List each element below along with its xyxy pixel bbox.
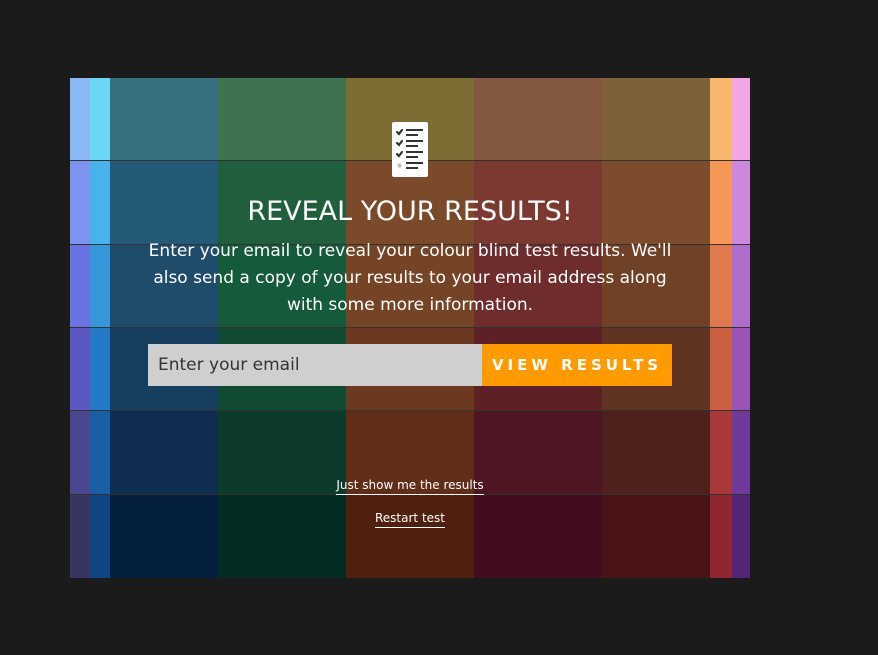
results-modal: REVEAL YOUR RESULTS! Enter your email to… [70,78,750,578]
just-show-results-link[interactable]: Just show me the results [70,478,750,495]
email-input[interactable] [148,344,482,386]
email-form: VIEW RESULTS [148,344,672,386]
restart-test-link[interactable]: Restart test [70,511,750,528]
modal-description: Enter your email to reveal your colour b… [148,241,672,315]
view-results-button[interactable]: VIEW RESULTS [482,344,672,386]
modal-title: REVEAL YOUR RESULTS! [247,196,573,227]
restart-test-label[interactable]: Restart test [375,511,445,528]
modal-content: REVEAL YOUR RESULTS! Enter your email to… [70,78,750,578]
just-show-results-label[interactable]: Just show me the results [336,478,484,495]
checklist-icon [392,122,428,177]
